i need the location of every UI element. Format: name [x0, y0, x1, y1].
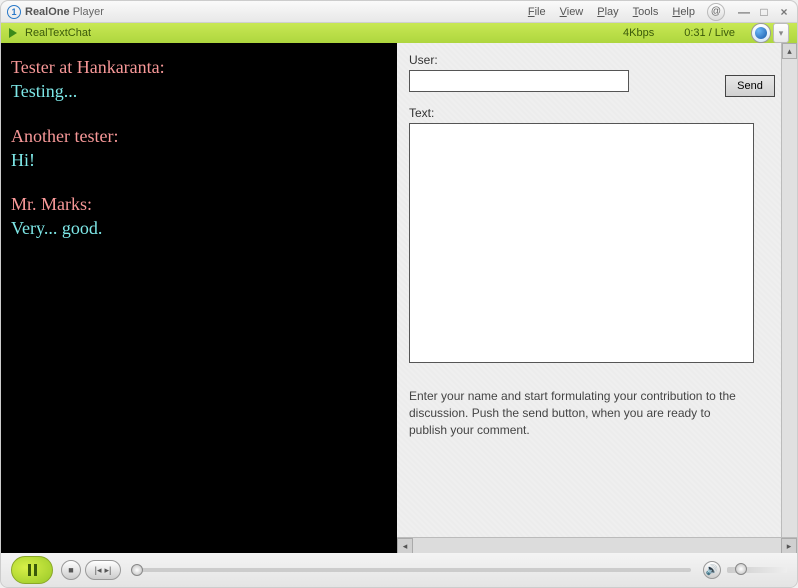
seek-slider[interactable] [133, 568, 691, 572]
menu-file[interactable]: File [522, 4, 552, 20]
titlebar: 1 RealOne Player File View Play Tools He… [1, 1, 797, 23]
prev-next-button[interactable]: |◂ ▸| [85, 560, 121, 580]
globe-button[interactable] [751, 23, 771, 43]
playback-controls: ■ |◂ ▸| 🔊 [1, 553, 797, 587]
pause-icon [28, 564, 37, 576]
vertical-scrollbar[interactable]: ▴ ▾ [781, 43, 797, 553]
minimize-button[interactable]: — [737, 5, 751, 19]
volume-button[interactable]: 🔊 [703, 561, 721, 579]
user-label: User: [409, 53, 783, 67]
stream-title: RealTextChat [25, 27, 91, 39]
close-button[interactable]: × [777, 5, 791, 19]
send-button[interactable]: Send [725, 75, 775, 97]
content-area: Tester at Hankaranta: Testing... Another… [1, 43, 797, 553]
instructions-text: Enter your name and start formulating yo… [409, 388, 749, 438]
chat-display: Tester at Hankaranta: Testing... Another… [1, 43, 397, 553]
bitrate: 4Kbps [623, 27, 654, 39]
text-label: Text: [409, 106, 783, 120]
pause-button[interactable] [11, 556, 53, 584]
volume-knob[interactable] [735, 563, 747, 575]
horizontal-scrollbar[interactable]: ◂ ▸ [397, 537, 797, 553]
maximize-button[interactable]: □ [757, 5, 771, 19]
globe-icon [755, 27, 767, 39]
volume-slider[interactable] [727, 567, 787, 573]
play-time: 0:31 / Live [684, 27, 735, 39]
user-input[interactable] [409, 70, 629, 92]
window-controls: — □ × [737, 5, 791, 19]
prev-icon: |◂ [95, 565, 102, 576]
scroll-track[interactable] [413, 538, 781, 553]
menu-help[interactable]: Help [666, 4, 701, 20]
input-pane: ▴ ▾ User: Send Text: Enter your name and… [397, 43, 797, 553]
menu-tools[interactable]: Tools [627, 4, 665, 20]
menubar: File View Play Tools Help @ — □ × [522, 3, 791, 21]
app-window: 1 RealOne Player File View Play Tools He… [0, 0, 798, 588]
play-indicator-icon [9, 28, 17, 38]
scroll-right-button[interactable]: ▸ [781, 538, 797, 553]
menu-view[interactable]: View [554, 4, 590, 20]
stop-button[interactable]: ■ [61, 560, 81, 580]
chat-username: Mr. Marks: [11, 192, 387, 216]
chat-message: Tester at Hankaranta: Testing... [11, 55, 387, 104]
chat-text: Very... good. [11, 216, 387, 240]
status-bar: RealTextChat 4Kbps 0:31 / Live ▾ [1, 23, 797, 43]
chat-text: Testing... [11, 79, 387, 103]
app-title: RealOne Player [25, 6, 104, 18]
chat-text: Hi! [11, 148, 387, 172]
menu-play[interactable]: Play [591, 4, 624, 20]
globe-dropdown[interactable]: ▾ [773, 23, 789, 43]
scroll-up-button[interactable]: ▴ [782, 43, 797, 59]
chat-message: Mr. Marks: Very... good. [11, 192, 387, 241]
scroll-left-button[interactable]: ◂ [397, 538, 413, 553]
chat-message: Another tester: Hi! [11, 124, 387, 173]
next-icon: ▸| [105, 565, 112, 576]
chat-username: Tester at Hankaranta: [11, 55, 387, 79]
chat-username: Another tester: [11, 124, 387, 148]
at-button[interactable]: @ [707, 3, 725, 21]
app-logo-icon: 1 [7, 5, 21, 19]
seek-knob[interactable] [131, 564, 143, 576]
text-input[interactable] [409, 123, 754, 363]
